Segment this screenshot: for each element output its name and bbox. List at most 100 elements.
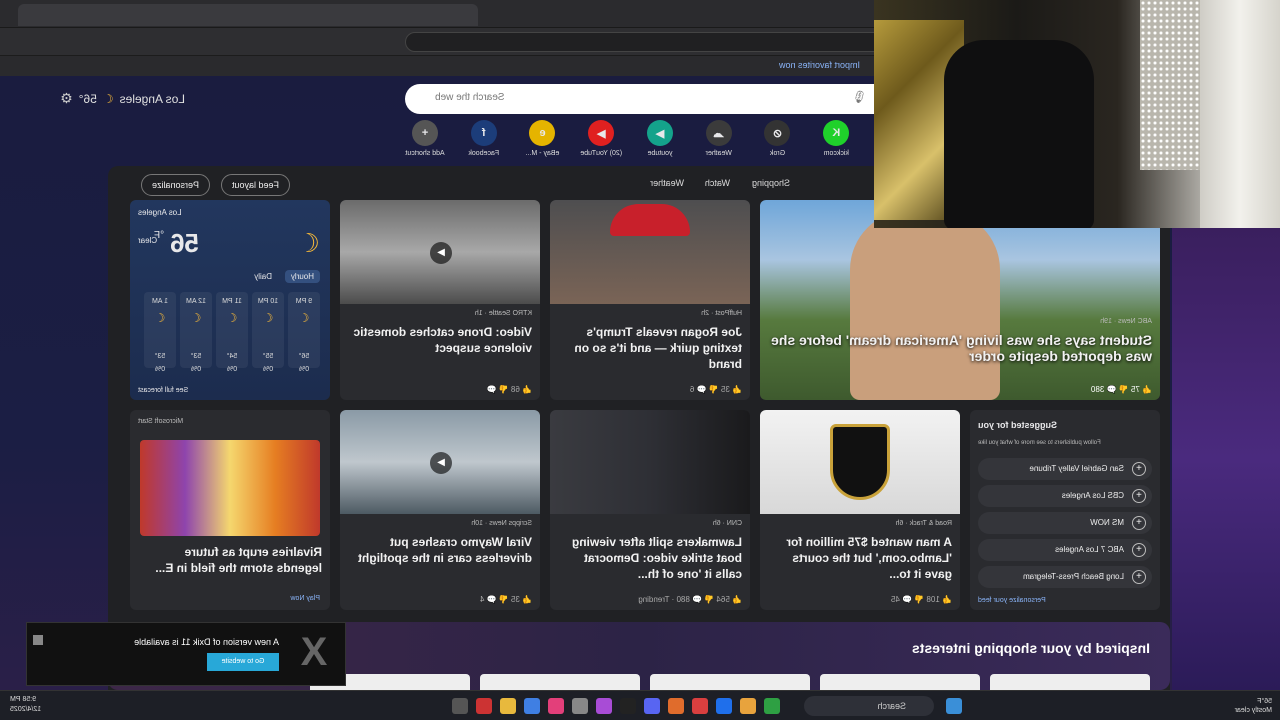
tab-daily[interactable]: Daily [248, 270, 278, 283]
taskbar-app-icon[interactable] [500, 698, 516, 714]
taskbar-app-icon[interactable] [692, 698, 708, 714]
temp-label: 56° [78, 91, 97, 106]
shortcut-3[interactable]: ☁ Weather [694, 120, 744, 170]
taskbar-app-icon[interactable] [644, 698, 660, 714]
full-forecast-link[interactable]: See full forecast [138, 387, 188, 394]
taskbar-search[interactable]: Search [804, 696, 934, 716]
nav-watch[interactable]: Watch [705, 178, 730, 188]
shortcut-icon: ▶ [588, 120, 615, 146]
topbar-weather[interactable]: Los Angeles ☾ 56° ⚙ [60, 90, 185, 107]
follow-icon[interactable]: + [1132, 516, 1146, 530]
lambo-title[interactable]: A man wanted $75 million for 'Lambo.com,… [768, 534, 952, 582]
hour-column: 9 PM ☾ 56° 0% [288, 292, 320, 373]
taskbar-app-icon[interactable] [476, 698, 492, 714]
hero-actions[interactable]: 👍 75 👎 💬 380 [1091, 385, 1152, 394]
taskbar-app-icon[interactable] [548, 698, 564, 714]
lambo-actions[interactable]: 👍 108 👎 💬 45 [891, 595, 952, 604]
shortcut-label: Facebook [468, 150, 500, 157]
shopping-item[interactable] [650, 674, 810, 690]
lambo-likes: 108 [926, 595, 940, 604]
go-to-website-button[interactable]: Go to website [207, 653, 279, 671]
follow-icon[interactable]: + [1132, 543, 1146, 557]
taskbar-app-icon[interactable] [764, 698, 780, 714]
hero-news-card[interactable]: ABC News · 19h Student says she was livi… [760, 200, 1160, 400]
trump-news-card[interactable]: HuffPost · 2h Joe Rogan reveals Trump's … [550, 200, 750, 400]
suggested-subtitle: Follow publishers to see more of what yo… [978, 440, 1101, 446]
personalize-button[interactable]: Personalize [140, 174, 210, 196]
import-favorites-link[interactable]: Import favorites now [779, 60, 860, 70]
suggested-publisher[interactable]: + MS NOW [978, 512, 1152, 534]
shopping-item[interactable] [990, 674, 1150, 690]
shortcut-4[interactable]: ▶ youtube [635, 120, 685, 170]
waymo-actions[interactable]: 👍 35 👎 💬 4 [480, 595, 532, 604]
start-icon[interactable] [946, 698, 962, 714]
waymo-title[interactable]: Viral Waymo crashes put driverless cars … [348, 534, 532, 566]
taskbar-app-icon[interactable] [740, 698, 756, 714]
lawmakers-likes: 564 [716, 595, 730, 604]
drone-news-card[interactable]: ▶ KTRO Seattle · 1h Video: Drone catches… [340, 200, 540, 400]
drone-title[interactable]: Video: Drone catches domestic violence s… [348, 324, 533, 356]
nav-weather[interactable]: Weather [650, 178, 684, 188]
close-icon[interactable] [33, 635, 43, 645]
suggested-title: Suggested for you [978, 420, 1058, 430]
trump-title[interactable]: Joe Rogan reveals Trump's texting quirk … [558, 324, 742, 372]
taskbar-app-icon[interactable] [596, 698, 612, 714]
suggested-publisher[interactable]: + ABC 7 Los Angeles [978, 539, 1152, 561]
feed-layout-button[interactable]: Feed layout [220, 174, 290, 196]
rivalries-title[interactable]: Rivalries erupt as future legends storm … [138, 544, 322, 576]
active-tab[interactable] [18, 4, 478, 26]
shopping-item[interactable] [480, 674, 640, 690]
hour-hours: 11 PM [222, 298, 242, 305]
search-box[interactable]: 🎙 Search the web [405, 84, 905, 114]
rivalries-card[interactable]: Microsoft Start Rivalries erupt as futur… [130, 410, 330, 610]
tab-hourly[interactable]: Hourly [284, 270, 320, 283]
follow-icon[interactable]: + [1132, 489, 1146, 503]
trump-actions[interactable]: 👍 35 👎 💬 6 [690, 385, 742, 394]
waymo-news-card[interactable]: ▶ Scripps News · 10h Viral Waymo crashes… [340, 410, 540, 610]
lawmakers-news-card[interactable]: CNN · 6h Lawmakers spilt after viewing b… [550, 410, 750, 610]
suggested-publisher[interactable]: + San Gabriel Valley Tribune [978, 458, 1152, 480]
gear-icon[interactable]: ⚙ [60, 90, 73, 107]
shortcut-7[interactable]: f Facebook [459, 120, 509, 170]
taskbar-app-icon[interactable] [524, 698, 540, 714]
play-icon[interactable]: ▶ [430, 242, 452, 264]
mic-icon[interactable]: 🎙 [852, 90, 867, 104]
weather-card[interactable]: Los Angeles 56 °F ☾ Clear Hourly Daily 9… [130, 200, 330, 400]
hour-temps: 54° [226, 353, 238, 360]
taskbar-app-icon[interactable] [668, 698, 684, 714]
taskbar-weather[interactable]: 56°F Mostly clear [1235, 697, 1272, 715]
taskbar-search-label: Search [877, 701, 906, 711]
shortcut-6[interactable]: e eBay - M... [518, 120, 568, 170]
shortcut-8[interactable]: + Add shortcut [400, 120, 450, 170]
shortcut-5[interactable]: ▶ (20) YouTube [576, 120, 626, 170]
hero-title[interactable]: Student says she was living 'American dr… [768, 332, 1152, 364]
nav-shopping[interactable]: Shopping [752, 178, 790, 188]
taskbar-clock[interactable]: 9:58 PM 12/4/2025 [10, 695, 41, 715]
taskbar-app-icon[interactable] [452, 698, 468, 714]
taskbar-app-icon[interactable] [716, 698, 732, 714]
taskbar-app-icon[interactable] [572, 698, 588, 714]
follow-icon[interactable]: + [1132, 462, 1146, 476]
taskbar-app-icon[interactable] [620, 698, 636, 714]
shopping-item[interactable] [820, 674, 980, 690]
hour-column: 1 AM ☾ 53° 0% [144, 292, 176, 373]
hour-hours: 1 AM [152, 298, 168, 305]
lambo-news-card[interactable]: Road & Track · 6h A man wanted $75 milli… [760, 410, 960, 610]
lawmakers-actions[interactable]: 👍 564 👎 💬 880 · Trending [638, 595, 742, 604]
taskbar-time: 9:58 PM [10, 696, 37, 703]
lambo-source: Road & Track · 6h [895, 520, 952, 527]
shortcut-icon: e [529, 120, 556, 146]
follow-icon[interactable]: + [1132, 570, 1146, 584]
lawmakers-title[interactable]: Lawmakers spilt after viewing boat strik… [558, 534, 742, 582]
shortcut-1[interactable]: Kkickcom [811, 120, 861, 170]
trump-comments: 6 [689, 385, 695, 394]
suggested-publisher[interactable]: + CBS Los Angeles [978, 485, 1152, 507]
drone-actions[interactable]: 👍 68 👎 💬 [487, 385, 532, 394]
play-icon[interactable]: ▶ [430, 452, 452, 474]
weather-location: Los Angeles [138, 208, 182, 217]
shortcut-icon: K [823, 120, 850, 146]
shortcut-2[interactable]: ⊘ Grok [753, 120, 803, 170]
personalize-feed-link[interactable]: Personalize your feed [978, 597, 1046, 604]
suggested-publisher[interactable]: + Long Beach Press-Telegram [978, 566, 1152, 588]
play-now-link[interactable]: Play Now [290, 595, 320, 602]
